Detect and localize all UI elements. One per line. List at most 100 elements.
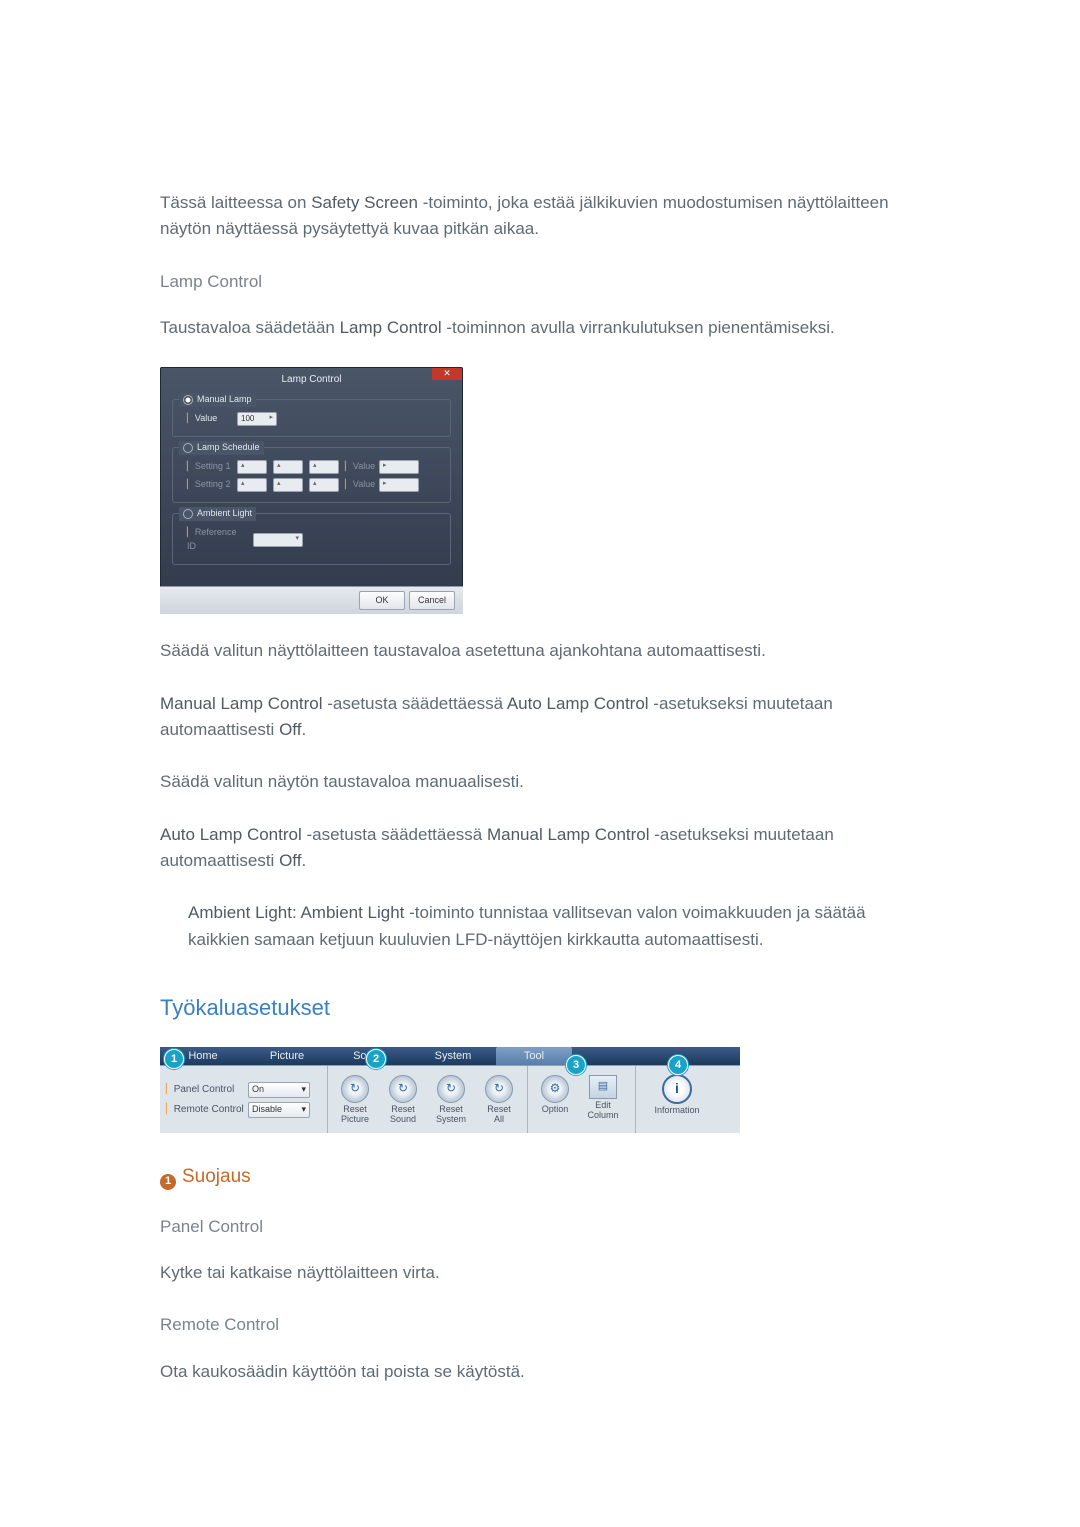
remote-control-label: Remote Control: [166, 1102, 244, 1118]
reset-sound-icon: ↻: [389, 1075, 417, 1103]
option-button[interactable]: ⚙ Option: [534, 1075, 576, 1125]
reference-combobox[interactable]: ▾: [253, 533, 303, 547]
auto-strong-b: Manual Lamp Control: [487, 825, 650, 844]
updown-icon: ▴: [313, 479, 317, 490]
dialog-footer: OK Cancel: [160, 586, 463, 614]
reset-system-button[interactable]: ↻ ResetSystem: [430, 1075, 472, 1125]
cancel-button[interactable]: Cancel: [409, 591, 455, 610]
reset-picture-icon: ↻: [341, 1075, 369, 1103]
manual-lamp-legend-text: Manual Lamp: [197, 393, 252, 407]
remote-control-row: Remote Control Disable ▾: [166, 1102, 321, 1118]
panel-control-text: Kytke tai katkaise näyttölaitteen virta.: [160, 1260, 920, 1286]
reset-all-cap: ResetAll: [487, 1105, 511, 1125]
tool-tabstrip: Home Picture Sound System Tool: [160, 1047, 740, 1065]
updown-icon: ▴: [241, 479, 245, 490]
updown-icon: ▴: [277, 479, 281, 490]
manual-lamp-group: Manual Lamp Value 100 ▸: [172, 399, 451, 437]
reset-picture-cap: ResetPicture: [341, 1105, 369, 1125]
setting1-ss[interactable]: ▴: [309, 460, 339, 474]
reset-system-icon: ↻: [437, 1075, 465, 1103]
intro-paragraph: Tässä laitteessa on Safety Screen -toimi…: [160, 190, 920, 243]
setting1-value-label: Value: [345, 460, 373, 474]
panel-control-head: Panel Control: [160, 1214, 920, 1240]
lamp-schedule-legend-text: Lamp Schedule: [197, 441, 260, 455]
lamp-control-heading: Lamp Control: [160, 269, 920, 295]
auto-strong-a: Auto Lamp Control: [160, 825, 302, 844]
tab-system[interactable]: System: [410, 1047, 496, 1065]
gear-icon: ⚙: [541, 1075, 569, 1103]
setting1-row: Setting 1 ▴ ▴ ▴ Value ▸: [187, 460, 442, 474]
chevron-down-icon: ▾: [301, 1103, 306, 1117]
reference-row: Reference ID ▾: [187, 526, 442, 554]
setting2-mm[interactable]: ▴: [273, 478, 303, 492]
ambient-light-group: Ambient Light Reference ID ▾: [172, 513, 451, 565]
tab-picture[interactable]: Picture: [246, 1047, 328, 1065]
information-button[interactable]: i Information: [642, 1074, 712, 1126]
info-icon: i: [662, 1074, 692, 1104]
dialog-title: Lamp Control: [160, 367, 463, 391]
setting2-value[interactable]: ▸: [379, 478, 419, 492]
reset-all-button[interactable]: ↻ ResetAll: [478, 1075, 520, 1125]
setting2-label: Setting 2: [187, 478, 231, 492]
panel-control-dropdown[interactable]: On ▾: [248, 1082, 310, 1098]
manual-lamp-legend[interactable]: Manual Lamp: [179, 393, 256, 407]
lamp-schedule-legend[interactable]: Lamp Schedule: [179, 441, 264, 455]
setting2-row: Setting 2 ▴ ▴ ▴ Value ▸: [187, 478, 442, 492]
updown-icon: ▴: [241, 461, 245, 472]
setting1-value[interactable]: ▸: [379, 460, 419, 474]
lamp-desc-a: Taustavaloa säädetään: [160, 318, 340, 337]
intro-text-a: Tässä laitteessa on: [160, 193, 311, 212]
reset-sound-button[interactable]: ↻ ResetSound: [382, 1075, 424, 1125]
panel-control-label: Panel Control: [166, 1082, 244, 1098]
remote-control-dropdown[interactable]: Disable ▾: [248, 1102, 310, 1118]
remote-control-text: Ota kaukosäädin käyttöön tai poista se k…: [160, 1359, 920, 1385]
suojaus-heading: 1 Suojaus: [160, 1162, 920, 1191]
setting1-hh[interactable]: ▴: [237, 460, 267, 474]
setting2-value-label: Value: [345, 478, 373, 492]
setting2-ss[interactable]: ▴: [309, 478, 339, 492]
panel-control-row: Panel Control On ▾: [166, 1082, 321, 1098]
tab-tool[interactable]: Tool: [496, 1047, 572, 1065]
reset-all-icon: ↻: [485, 1075, 513, 1103]
value-spinbox[interactable]: 100 ▸: [237, 412, 277, 426]
value-label: Value: [187, 412, 231, 426]
ok-button[interactable]: OK: [359, 591, 405, 610]
ambient-light-legend-text: Ambient Light: [197, 507, 252, 521]
lamp-desc-b: -toiminnon avulla virrankulutuksen piene…: [442, 318, 835, 337]
close-icon: ✕: [443, 367, 451, 381]
suojaus-title-text: Suojaus: [182, 1166, 251, 1187]
setting2-hh[interactable]: ▴: [237, 478, 267, 492]
reset-picture-button[interactable]: ↻ ResetPicture: [334, 1075, 376, 1125]
lamp-schedule-group: Lamp Schedule Setting 1 ▴ ▴ ▴ Value ▸ Se…: [172, 447, 451, 503]
option-cap: Option: [542, 1105, 569, 1125]
ambient-light-legend[interactable]: Ambient Light: [179, 507, 256, 521]
edit-column-cap: EditColumn: [587, 1101, 618, 1121]
reset-system-cap: ResetSystem: [436, 1105, 466, 1125]
setting1-mm[interactable]: ▴: [273, 460, 303, 474]
badge-1-icon: 1: [160, 1174, 176, 1190]
ambient-paragraph: Ambient Light: Ambient Light -toiminto t…: [160, 900, 920, 953]
info-group: i Information: [636, 1066, 724, 1133]
radio-on-icon: [183, 395, 193, 405]
close-button[interactable]: ✕: [432, 368, 462, 380]
reset-icons-row: ↻ ResetPicture ↻ ResetSound ↻ ResetSyste…: [334, 1075, 521, 1125]
manual-end: .: [301, 720, 306, 739]
intro-strong: Safety Screen: [311, 193, 418, 212]
lamp-desc-strong: Lamp Control: [340, 318, 442, 337]
grid-icon: ▤: [589, 1075, 617, 1099]
option-group: ⚙ Option ▤ EditColumn: [528, 1066, 636, 1133]
spin-arrow-icon: ▸: [383, 479, 387, 490]
updown-icon: ▴: [277, 461, 281, 472]
manual-line2: Säädä valitun näytön taustavaloa manuaal…: [160, 769, 920, 795]
radio-off-icon: [183, 509, 193, 519]
radio-off-icon: [183, 443, 193, 453]
edit-column-button[interactable]: ▤ EditColumn: [582, 1075, 624, 1125]
auto-end: .: [301, 851, 306, 870]
panel-control-value: On: [252, 1083, 264, 1097]
ambient-strong: Ambient Light: Ambient Light: [188, 903, 404, 922]
lamp-desc: Taustavaloa säädetään Lamp Control -toim…: [160, 315, 920, 341]
reset-group: ↻ ResetPicture ↻ ResetSound ↻ ResetSyste…: [328, 1066, 528, 1133]
value-number: 100: [241, 413, 254, 425]
spin-arrow-icon: ▸: [383, 461, 387, 472]
security-group: Panel Control On ▾ Remote Control Disabl…: [160, 1066, 328, 1133]
